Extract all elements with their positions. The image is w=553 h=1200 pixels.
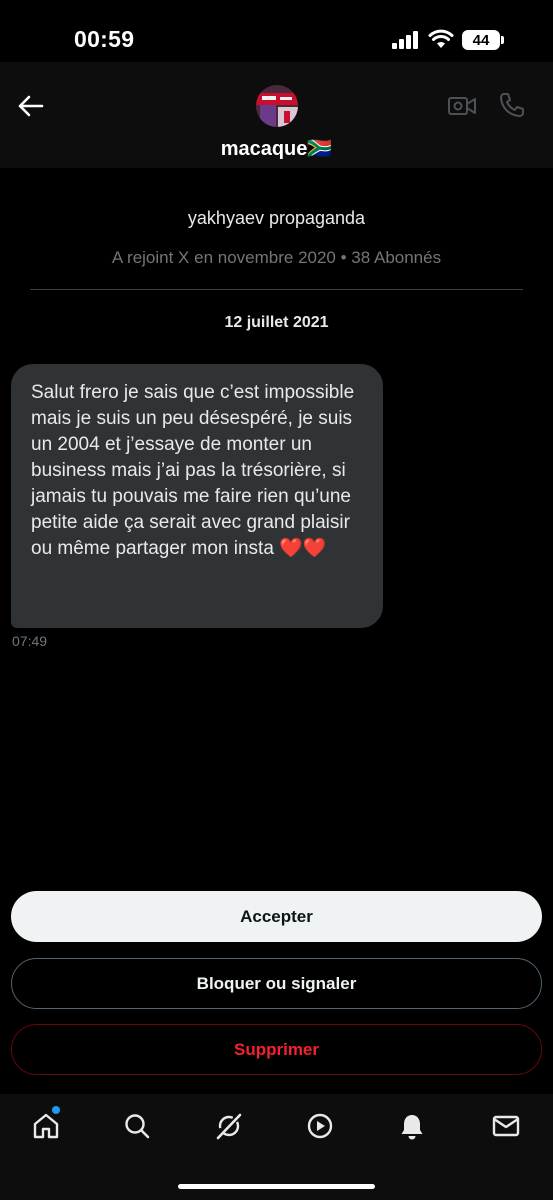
divider <box>30 289 523 290</box>
delete-button[interactable]: Supprimer <box>11 1024 542 1075</box>
date-separator: 12 juillet 2021 <box>224 314 329 331</box>
avatar-image <box>256 85 298 127</box>
message-bubble[interactable]: Salut frero je sais que c’est impossible… <box>11 364 383 628</box>
home-indicator <box>178 1184 375 1189</box>
play-icon[interactable] <box>305 1111 335 1141</box>
profile-meta: A rejoint X en novembre 2020 • 38 Abonné… <box>111 248 442 267</box>
phone-call-icon[interactable] <box>498 91 526 119</box>
battery-indicator: 44 <box>462 30 500 50</box>
message-timestamp: 07:49 <box>12 633 48 649</box>
back-arrow-icon[interactable] <box>16 92 44 120</box>
search-icon[interactable] <box>122 1111 152 1141</box>
block-or-report-button[interactable]: Bloquer ou signaler <box>11 958 542 1009</box>
accept-button[interactable]: Accepter <box>11 891 542 942</box>
message-text: Salut frero je sais que c’est impossible… <box>31 382 355 559</box>
battery-tip <box>501 36 504 44</box>
status-time: 00:59 <box>74 26 135 52</box>
block-button-label: Bloquer ou signaler <box>196 973 357 993</box>
notification-dot <box>52 1106 60 1114</box>
avatar[interactable] <box>256 85 298 127</box>
mail-icon[interactable] <box>491 1111 521 1141</box>
grok-icon[interactable] <box>214 1111 244 1141</box>
profile-handle[interactable]: yakhyaev propaganda <box>0 208 553 229</box>
wifi-icon <box>428 29 454 48</box>
home-icon[interactable] <box>31 1111 61 1141</box>
video-call-icon[interactable] <box>447 93 477 119</box>
contact-name[interactable]: macaque🇿🇦 <box>0 136 553 161</box>
accept-button-label: Accepter <box>240 906 313 926</box>
cellular-signal-icon <box>392 31 418 49</box>
delete-button-label: Supprimer <box>233 1039 320 1059</box>
bell-icon[interactable] <box>397 1111 427 1141</box>
